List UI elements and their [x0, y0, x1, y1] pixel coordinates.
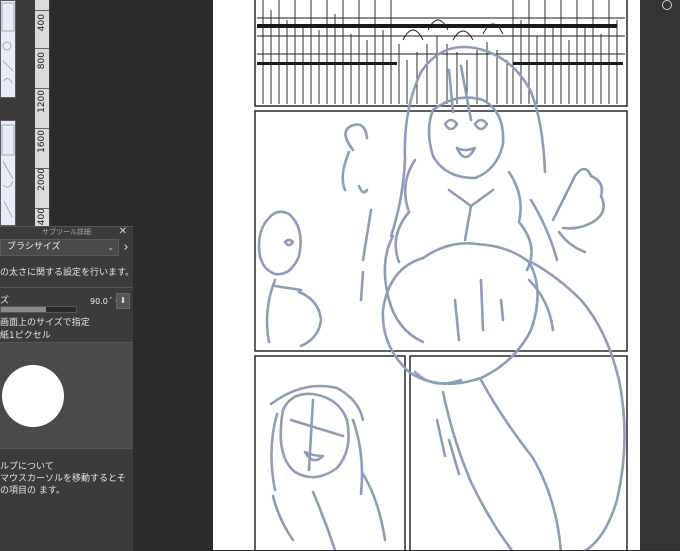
ruler-label: 400: [37, 14, 47, 32]
right-scroll-area[interactable]: [640, 0, 680, 550]
manga-page-artwork: [254, 0, 628, 550]
drawing-canvas[interactable]: [213, 0, 640, 550]
category-description: の太さに関する設定を行います。: [0, 268, 135, 278]
chevron-down-icon: ⌄: [107, 243, 114, 252]
preset-label: ブラシサイズ: [7, 242, 61, 252]
help-text: マウスカーソルを移動するとその項目の ます。: [0, 474, 126, 496]
brush-tip-preview: [2, 365, 64, 427]
size-label: ズ: [0, 296, 10, 306]
panel-title: サブツール詳細: [42, 228, 91, 236]
ruler-label: 1200: [37, 90, 47, 113]
close-icon[interactable]: ✕: [119, 227, 127, 237]
brush-preview: [0, 342, 133, 449]
brush-size-category-select[interactable]: ブラシサイズ ⌄: [0, 239, 119, 256]
page-thumbnail[interactable]: [0, 120, 16, 226]
ruler-label: 800: [37, 52, 47, 70]
page-thumbnail[interactable]: [0, 0, 16, 98]
option-paper-pixel[interactable]: 紙1ピクセル: [0, 328, 51, 341]
option-screen-size[interactable]: 画面上のサイズで指定: [0, 315, 90, 328]
brush-size-value[interactable]: 90.0: [90, 297, 108, 306]
circle-icon[interactable]: [662, 0, 672, 10]
chevron-right-icon[interactable]: ›: [120, 239, 132, 256]
brush-size-slider[interactable]: [0, 306, 77, 313]
ruler-label: 400: [37, 208, 47, 226]
subtool-detail-panel: サブツール詳細 ✕ ブラシサイズ ⌄ › の太さに関する設定を行います。 ズ 9…: [0, 226, 135, 551]
brush-size-row: ズ 90.0 ⌃⌄ ⬇: [0, 293, 133, 315]
slider-fill: [1, 307, 46, 312]
help-title: ルプについて: [0, 462, 54, 472]
size-dynamics-icon[interactable]: ⬇: [116, 293, 130, 309]
vertical-ruler: 400 800 1200 1600 2000 400: [35, 0, 49, 230]
ruler-label: 1600: [37, 130, 47, 153]
ruler-label: 2000: [37, 168, 47, 191]
